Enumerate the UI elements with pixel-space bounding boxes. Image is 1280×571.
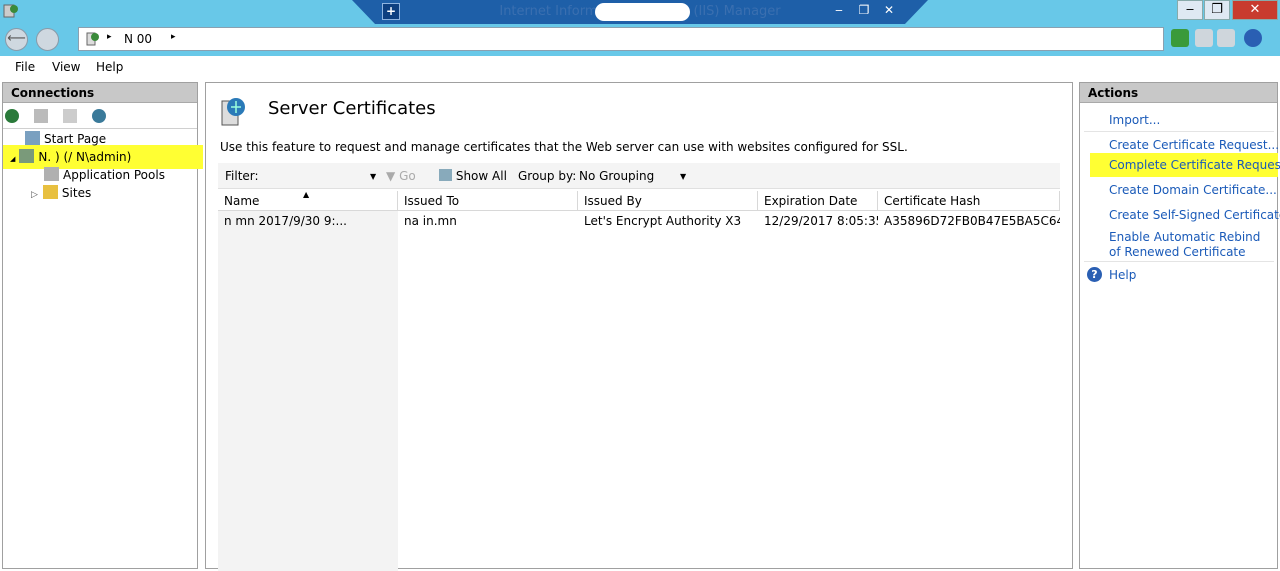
forward-button[interactable] xyxy=(36,28,59,51)
help-icon: ? xyxy=(1087,267,1102,282)
redaction-blot xyxy=(595,3,690,21)
inner-restore-button[interactable]: ❐ xyxy=(857,3,871,17)
show-all-button[interactable]: Show All xyxy=(439,169,507,183)
inner-minimize-button[interactable]: ‒ xyxy=(832,3,846,17)
start-page-icon xyxy=(25,131,40,145)
funnel-icon: ▼ xyxy=(386,169,396,183)
divider xyxy=(1084,131,1274,132)
back-button[interactable]: ⟵ xyxy=(5,28,28,51)
server-icon xyxy=(19,149,35,163)
actions-header: Actions xyxy=(1080,83,1277,103)
save-icon[interactable] xyxy=(34,109,48,123)
col-header-expiration-date[interactable]: Expiration Date xyxy=(758,191,878,211)
col-header-certificate-hash[interactable]: Certificate Hash xyxy=(878,191,1060,211)
refresh-icon[interactable] xyxy=(1171,29,1189,47)
minimize-button[interactable]: ‒ xyxy=(1177,0,1203,20)
col-header-issued-by[interactable]: Issued By xyxy=(578,191,758,211)
help-dropdown-icon[interactable] xyxy=(1244,29,1262,47)
action-help[interactable]: Help xyxy=(1109,268,1136,282)
home-icon[interactable] xyxy=(1217,29,1235,47)
group-by-select[interactable]: No Grouping xyxy=(579,169,654,183)
maximize-button[interactable]: ❐ xyxy=(1204,0,1230,20)
menu-file[interactable]: File xyxy=(15,60,35,74)
col-header-issued-to[interactable]: Issued To xyxy=(398,191,578,211)
server-certificates-icon xyxy=(221,98,245,126)
title-bar: + Internet Information Services (IIS) Ma… xyxy=(0,0,1280,24)
stop-icon[interactable] xyxy=(1195,29,1213,47)
col-header-name[interactable]: Name ▲ xyxy=(218,190,398,211)
server-icon xyxy=(86,32,99,46)
menu-bar: File View Help xyxy=(0,56,1280,80)
filter-input[interactable] xyxy=(256,166,376,185)
page-title: Server Certificates xyxy=(268,98,436,119)
action-enable-automatic-rebind[interactable]: Enable Automatic Rebind of Renewed Certi… xyxy=(1109,230,1274,260)
action-create-self-signed-certificate[interactable]: Create Self-Signed Certificate... xyxy=(1109,208,1280,222)
sort-ascending-icon: ▲ xyxy=(303,190,310,199)
tree-server-node[interactable]: ◢ N. ) (/ N\admin) xyxy=(10,149,131,164)
address-box[interactable]: ▸ N 00 ▸ xyxy=(78,27,1164,51)
menu-view[interactable]: View xyxy=(52,60,80,74)
action-create-certificate-request[interactable]: Create Certificate Request... xyxy=(1109,138,1279,152)
cell-name[interactable]: n mn 2017/9/30 9:... xyxy=(218,214,398,228)
main-panel: Server Certificates Use this feature to … xyxy=(205,82,1073,571)
iis-app-icon xyxy=(3,4,18,18)
tree-application-pools[interactable]: Application Pools xyxy=(44,167,165,182)
cell-expiration-date[interactable]: 12/29/2017 8:05:35... xyxy=(758,214,878,228)
group-by-label: Group by: xyxy=(518,169,577,183)
collapse-icon[interactable]: ◢ xyxy=(10,155,15,163)
action-complete-certificate-request[interactable]: Complete Certificate Request... xyxy=(1109,158,1280,172)
show-all-icon xyxy=(439,169,452,181)
cell-issued-to[interactable]: na in.mn xyxy=(398,214,578,228)
app-pools-icon xyxy=(44,167,59,181)
close-button[interactable]: ✕ xyxy=(1232,0,1278,20)
group-by-dropdown-icon[interactable]: ▼ xyxy=(680,172,686,181)
cell-certificate-hash[interactable]: A35896D72FB0B47E5BA5C642... xyxy=(878,214,1060,228)
tree-start-page[interactable]: Start Page xyxy=(25,131,106,146)
go-button[interactable]: ▼ Go xyxy=(386,169,416,183)
filter-dropdown-icon[interactable]: ▼ xyxy=(370,172,376,181)
action-create-domain-certificate[interactable]: Create Domain Certificate... xyxy=(1109,183,1277,197)
actions-panel: Actions Import... Create Certificate Req… xyxy=(1079,82,1280,569)
sites-icon xyxy=(42,185,58,199)
inner-close-button[interactable]: ✕ xyxy=(882,3,896,17)
connections-panel: Connections Start Page ◢ N. ) (/ N\admin)… xyxy=(2,82,203,569)
filter-label: Filter: xyxy=(225,169,259,183)
cell-issued-by[interactable]: Let's Encrypt Authority X3 xyxy=(578,214,758,228)
page-description: Use this feature to request and manage c… xyxy=(220,140,908,154)
connections-header: Connections xyxy=(3,83,197,103)
tree-sites[interactable]: ▷ Sites xyxy=(31,185,91,200)
action-import[interactable]: Import... xyxy=(1109,113,1160,127)
divider xyxy=(1084,261,1274,262)
address-toolbar: ⟵ ▸ N 00 ▸ xyxy=(0,24,1280,56)
breadcrumb-separator: ▸ xyxy=(107,32,112,42)
disconnect-icon[interactable] xyxy=(92,109,106,123)
column-shade xyxy=(218,211,398,571)
connections-toolbar xyxy=(3,105,197,129)
expand-icon[interactable]: ▷ xyxy=(31,190,38,200)
certificates-table: Name ▲ Issued To Issued By Expiration Dat… xyxy=(218,190,1060,571)
up-icon[interactable] xyxy=(63,109,77,123)
filter-bar: Filter: ▼ ▼ Go Show All Group by: No Gro… xyxy=(218,163,1060,189)
breadcrumb-server[interactable]: N 00 xyxy=(124,32,152,46)
connect-icon[interactable] xyxy=(5,109,19,123)
title-center-tab: + Internet Information Services (IIS) Ma… xyxy=(352,0,928,24)
breadcrumb-separator[interactable]: ▸ xyxy=(171,32,176,42)
menu-help[interactable]: Help xyxy=(96,60,123,74)
